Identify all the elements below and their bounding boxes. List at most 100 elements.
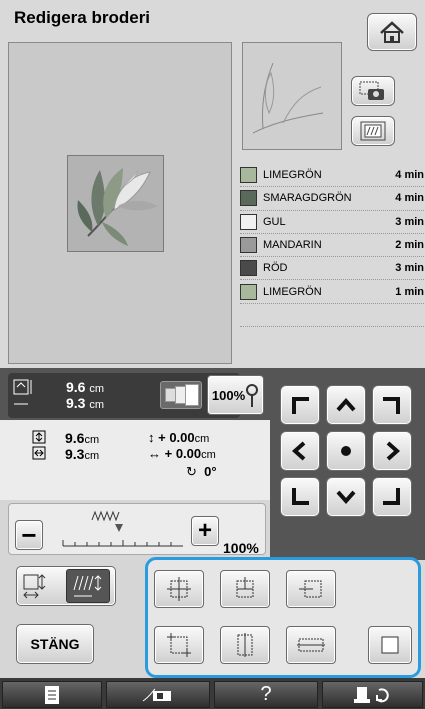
thread-swatch <box>240 260 257 277</box>
help-button[interactable]: ? <box>214 681 318 708</box>
vertical-offset-icon: ↕ <box>148 430 155 445</box>
thread-name: LIMEGRÖN <box>263 285 322 298</box>
thread-time: 4 min <box>395 192 424 205</box>
machine-settings-icon <box>353 686 389 703</box>
zoom-label: 100% <box>211 387 246 403</box>
chevron-right-icon <box>386 441 401 461</box>
preview-sketch-icon <box>252 62 324 134</box>
corner-down-right-icon <box>383 488 400 505</box>
unit-label: cm <box>84 434 100 446</box>
thread-row[interactable]: LIMEGRÖN 4 min <box>240 164 424 188</box>
camera-icon <box>359 81 384 100</box>
size-change-icon <box>23 574 46 599</box>
plus-icon: + <box>197 517 212 544</box>
align-horizontal-button[interactable] <box>286 626 336 664</box>
design-height: 9.6 <box>66 379 86 395</box>
rotation-icon: ↻ <box>186 464 197 479</box>
size-info: 9.6 cm 9.3 cm <box>8 373 240 418</box>
thread-name: LIMEGRÖN <box>263 169 322 182</box>
density-value: 100% <box>223 540 259 553</box>
align-top-icon <box>236 577 254 598</box>
close-button[interactable]: STÄNG <box>16 624 94 664</box>
thread-time: 1 min <box>395 285 424 298</box>
rotation-angle: 0° <box>204 464 217 479</box>
center-button[interactable] <box>326 431 366 471</box>
design-preview <box>242 42 342 150</box>
density-decrease-button[interactable]: − <box>15 520 43 550</box>
home-button[interactable] <box>367 13 417 51</box>
density-control: − + 100% <box>8 503 266 555</box>
leaf-embroidery-icon <box>77 168 158 246</box>
thread-time: 3 min <box>395 215 424 228</box>
density-increase-button[interactable]: + <box>191 516 219 546</box>
align-center-icon <box>167 577 191 601</box>
machine-button[interactable] <box>106 681 210 708</box>
chevron-left-icon <box>291 441 306 461</box>
corner-down-left-icon <box>292 488 309 505</box>
document-button[interactable] <box>2 681 102 708</box>
home-icon <box>380 21 404 43</box>
unit-label: cm <box>194 433 210 445</box>
thread-row[interactable]: SMARAGDGRÖN 4 min <box>240 187 424 211</box>
square-icon <box>381 636 399 654</box>
align-vertical-button[interactable] <box>220 626 270 664</box>
align-side-icon <box>299 580 322 598</box>
thread-swatch <box>240 237 257 254</box>
question-icon: ? <box>260 683 272 705</box>
position-panel: 9.6cm 9.3cm ↕ + 0.00cm ↔ + 0.00cm ↻ 0° <box>0 420 270 500</box>
frame-button[interactable] <box>368 626 412 664</box>
stitch-preview-button[interactable] <box>351 116 395 146</box>
align-horizontal-icon <box>297 638 325 652</box>
move-left-button[interactable] <box>280 431 320 471</box>
magnifier-icon <box>246 384 259 407</box>
move-up-button[interactable] <box>326 385 366 425</box>
thread-swatch <box>240 167 257 184</box>
thread-color-list: LIMEGRÖN 4 min SMARAGDGRÖN 4 min GUL 3 m… <box>240 164 424 328</box>
document-icon <box>45 685 59 704</box>
thread-name: SMARAGDGRÖN <box>263 192 352 205</box>
horizontal-offset: + 0.00 <box>164 446 202 461</box>
embroidery-machine-icon <box>142 688 171 701</box>
unit-label: cm <box>201 449 216 461</box>
embroidery-design[interactable] <box>67 155 164 252</box>
thread-swatch <box>240 213 257 230</box>
corner-up-left-icon <box>292 397 309 414</box>
size-icon <box>13 379 32 405</box>
align-center-button[interactable] <box>154 570 204 608</box>
thread-name: GUL <box>263 215 286 228</box>
chevron-down-icon <box>336 490 356 505</box>
align-vertical-icon <box>237 633 253 657</box>
horizontal-offset-icon: ↔ <box>148 446 161 461</box>
hoop-size-icon <box>160 381 202 409</box>
unit-label: cm <box>89 383 105 395</box>
align-top-button[interactable] <box>220 570 270 608</box>
move-down-right-button[interactable] <box>372 477 412 517</box>
thread-row[interactable]: RÖD 3 min <box>240 257 424 281</box>
thread-row[interactable]: GUL 3 min <box>240 211 424 234</box>
minus-icon: − <box>21 520 37 550</box>
stitch-icon <box>360 121 386 141</box>
density-slider[interactable] <box>57 506 187 552</box>
design-width: 9.3 <box>66 395 86 411</box>
move-up-left-button[interactable] <box>280 385 320 425</box>
thread-row[interactable]: MANDARIN 2 min <box>240 234 424 258</box>
move-right-button[interactable] <box>372 431 412 471</box>
align-corners-button[interactable] <box>154 626 204 664</box>
embroidery-canvas[interactable] <box>8 42 232 364</box>
move-down-button[interactable] <box>326 477 366 517</box>
move-down-left-button[interactable] <box>280 477 320 517</box>
thread-swatch <box>240 190 257 207</box>
stitch-size-toggle[interactable] <box>66 569 110 603</box>
thread-time: 2 min <box>395 239 424 252</box>
chevron-up-icon <box>336 397 356 412</box>
align-side-button[interactable] <box>286 570 336 608</box>
horizontal-size-icon <box>32 446 46 460</box>
move-up-right-button[interactable] <box>372 385 412 425</box>
size-toggle-button[interactable] <box>16 566 116 606</box>
zoom-button[interactable]: 100% <box>207 375 264 415</box>
background-image-button[interactable] <box>351 76 395 106</box>
unit-label: cm <box>89 399 105 411</box>
thread-row[interactable]: LIMEGRÖN 1 min <box>240 280 424 304</box>
thread-swatch <box>240 283 257 300</box>
settings-button[interactable] <box>322 681 423 708</box>
